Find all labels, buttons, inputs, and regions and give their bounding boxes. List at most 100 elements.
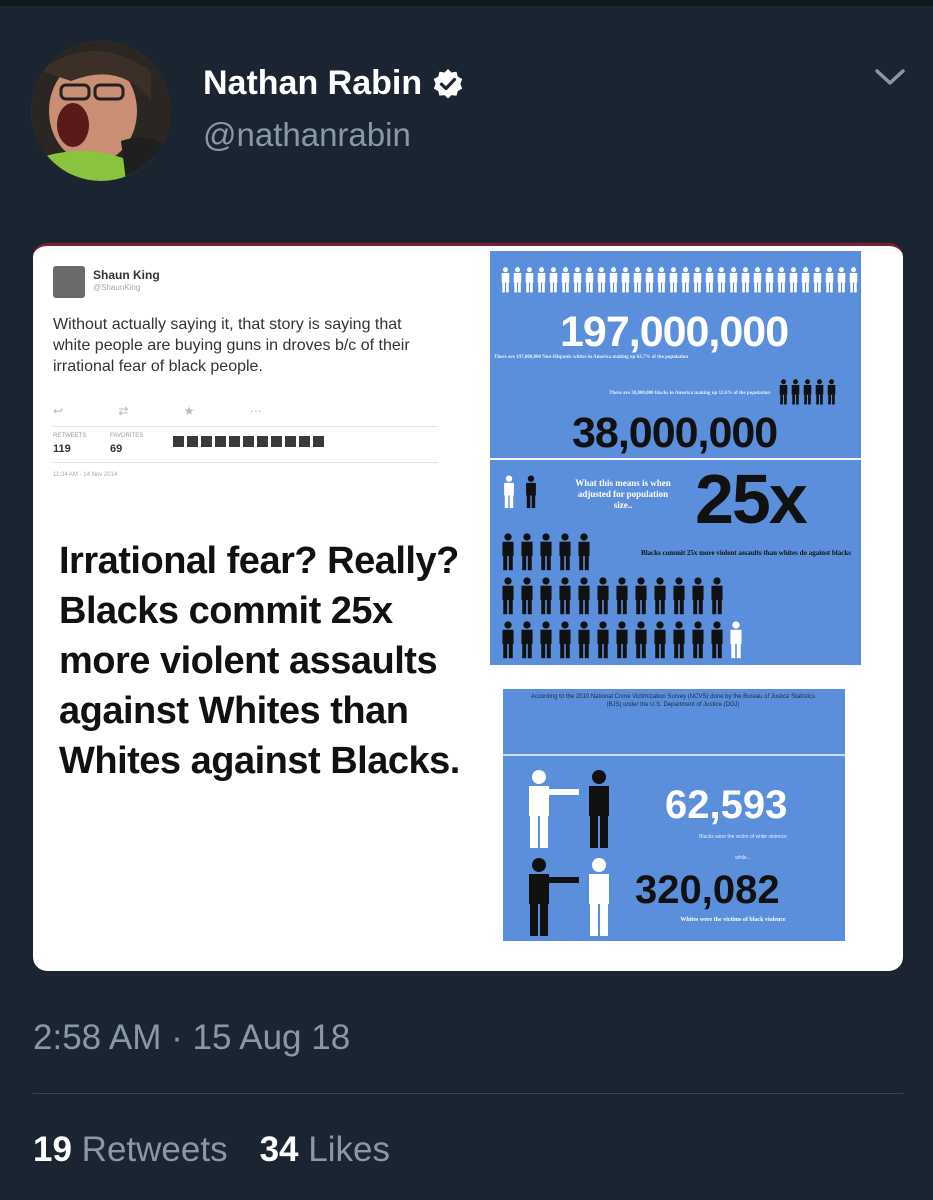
person-figure bbox=[597, 267, 606, 293]
person-figure bbox=[502, 533, 514, 571]
population-white-note: There are 197,000,000 Non-Hispanic white… bbox=[494, 355, 689, 360]
person-figure bbox=[561, 267, 570, 293]
white-figures-row bbox=[500, 267, 859, 293]
retweets-label: Retweets bbox=[81, 1130, 228, 1169]
black-on-white-caption: Whites were the victims of black violenc… bbox=[680, 917, 786, 923]
person-figure bbox=[801, 267, 810, 293]
embedded-author-name: Shaun King bbox=[93, 268, 160, 282]
black-figures-row-c bbox=[500, 621, 744, 659]
person-figure bbox=[616, 577, 628, 615]
person-figure bbox=[825, 267, 834, 293]
person-figure bbox=[578, 621, 590, 659]
person-figure bbox=[657, 267, 666, 293]
tweet-timestamp[interactable]: 2:58 AM · 15 Aug 18 bbox=[33, 1018, 350, 1058]
black-attacks-white-figures bbox=[529, 858, 609, 936]
person-figure bbox=[654, 577, 666, 615]
black-figures-row-a bbox=[500, 533, 592, 571]
person-figure bbox=[692, 577, 704, 615]
person-figure bbox=[549, 267, 558, 293]
likes-count: 34 bbox=[259, 1130, 299, 1169]
infographic-victimization: According to the 2010 National Crime Vic… bbox=[503, 689, 845, 941]
embedded-favorites-count: 69 bbox=[110, 443, 123, 455]
meme-caption: Irrational fear? Really? Blacks commit 2… bbox=[59, 540, 460, 782]
embedded-date: 11:34 AM - 14 Nov 2014 bbox=[53, 472, 118, 478]
user-handle[interactable]: @nathanrabin bbox=[203, 116, 411, 154]
person-figure bbox=[693, 267, 702, 293]
person-figure bbox=[521, 577, 533, 615]
top-border bbox=[0, 0, 933, 6]
infographic-population: 197,000,000 There are 197,000,000 Non-Hi… bbox=[490, 251, 861, 665]
population-white-number: 197,000,000 bbox=[560, 308, 789, 356]
person-figure bbox=[730, 621, 742, 659]
person-figure bbox=[669, 267, 678, 293]
person-figure bbox=[537, 267, 546, 293]
person-figure bbox=[578, 577, 590, 615]
adjusted-note: What this means is when adjusted for pop… bbox=[575, 478, 671, 510]
population-black-note: There are 38,000,000 blacks in America m… bbox=[609, 391, 770, 396]
display-name[interactable]: Nathan Rabin bbox=[203, 64, 464, 103]
person-figure bbox=[777, 267, 786, 293]
embedded-action-icons: ↩ ⇄ ★ ⋯ bbox=[53, 404, 288, 418]
person-figure bbox=[705, 267, 714, 293]
person-figure bbox=[711, 621, 723, 659]
person-figure bbox=[741, 267, 750, 293]
population-black-number: 38,000,000 bbox=[572, 409, 778, 457]
person-figure bbox=[559, 533, 571, 571]
person-figure bbox=[502, 577, 514, 615]
person-figure bbox=[803, 379, 812, 405]
black-figures-row bbox=[778, 379, 837, 405]
person-figure bbox=[540, 533, 552, 571]
ncvs-source-note: According to the 2010 National Crime Vic… bbox=[530, 694, 816, 708]
person-figure bbox=[765, 267, 774, 293]
tweet-media-image[interactable]: Shaun King @ShaunKing Without actually s… bbox=[33, 243, 903, 971]
person-figure bbox=[789, 267, 798, 293]
embedded-divider bbox=[53, 426, 438, 427]
person-figure bbox=[559, 577, 571, 615]
person-figure bbox=[635, 577, 647, 615]
person-figure bbox=[504, 475, 514, 509]
person-figure bbox=[635, 621, 647, 659]
person-figure bbox=[597, 621, 609, 659]
person-figure bbox=[779, 379, 788, 405]
likes-stat[interactable]: 34 Likes bbox=[260, 1130, 390, 1170]
person-figure bbox=[521, 533, 533, 571]
white-on-black-number: 62,593 bbox=[665, 783, 788, 827]
person-figure bbox=[753, 267, 762, 293]
avatar[interactable] bbox=[31, 41, 171, 181]
person-figure bbox=[502, 621, 514, 659]
person-figure bbox=[526, 475, 536, 509]
person-figure bbox=[540, 577, 552, 615]
person-figure bbox=[513, 267, 522, 293]
person-figure bbox=[729, 267, 738, 293]
person-figure bbox=[711, 577, 723, 615]
person-figure bbox=[559, 621, 571, 659]
multiplier-number: 25x bbox=[695, 460, 808, 538]
embedded-avatar bbox=[53, 266, 85, 298]
verified-badge-icon bbox=[433, 68, 463, 99]
person-figure bbox=[573, 267, 582, 293]
person-figure bbox=[717, 267, 726, 293]
embedded-author-handle: @ShaunKing bbox=[93, 283, 141, 292]
person-figure bbox=[827, 379, 836, 405]
avatar-image bbox=[31, 41, 171, 181]
display-name-text[interactable]: Nathan Rabin bbox=[203, 64, 422, 103]
retweets-stat[interactable]: 19 Retweets bbox=[33, 1130, 228, 1170]
engagement-stats: 19 Retweets 34 Likes bbox=[33, 1130, 390, 1170]
pair-figures bbox=[502, 475, 538, 509]
person-figure bbox=[681, 267, 690, 293]
person-figure bbox=[633, 267, 642, 293]
person-figure bbox=[609, 267, 618, 293]
person-figure bbox=[849, 267, 858, 293]
person-figure bbox=[692, 621, 704, 659]
footer-divider bbox=[33, 1093, 903, 1094]
person-figure bbox=[645, 267, 654, 293]
person-figure bbox=[813, 267, 822, 293]
person-figure bbox=[791, 379, 800, 405]
person-figure bbox=[540, 621, 552, 659]
person-figure bbox=[521, 621, 533, 659]
person-figure bbox=[616, 621, 628, 659]
likes-label: Likes bbox=[308, 1130, 390, 1169]
chevron-down-icon[interactable] bbox=[872, 62, 908, 92]
multiplier-caption: Blacks commit 25x more violent assaults … bbox=[641, 549, 851, 557]
black-figures-row-b bbox=[500, 577, 725, 615]
